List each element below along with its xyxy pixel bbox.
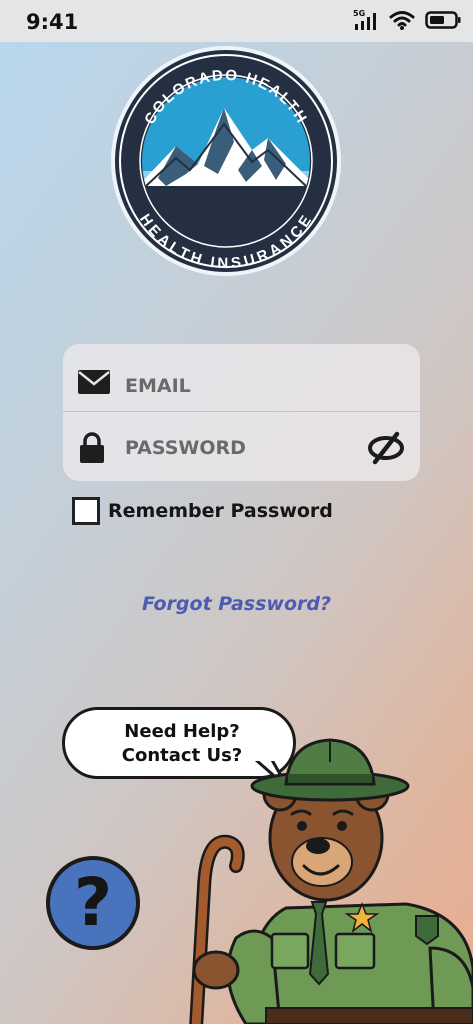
- battery-icon: [425, 11, 461, 29]
- wifi-icon: [389, 11, 415, 30]
- colorado-health-logo: COLORADO HEALTH HEALTH INSURANCE: [111, 46, 341, 276]
- status-time: 9:41: [26, 10, 79, 34]
- signal-icon: 5G: [353, 9, 376, 30]
- password-field[interactable]: [123, 430, 367, 466]
- email-field[interactable]: [123, 368, 367, 404]
- help-button[interactable]: ?: [46, 856, 140, 950]
- remember-password-label: Remember Password: [108, 500, 333, 522]
- remember-password-checkbox[interactable]: [72, 497, 100, 525]
- status-icons: 5G: [353, 8, 461, 32]
- password-row: [63, 414, 420, 480]
- status-bar: 9:41 5G: [0, 0, 473, 42]
- question-icon: ?: [73, 864, 113, 941]
- eye-off-icon[interactable]: [366, 428, 406, 468]
- ranger-bear-mascot: [189, 738, 473, 1024]
- field-divider: [63, 411, 420, 412]
- remember-password-row[interactable]: Remember Password: [72, 497, 333, 525]
- network-label: 5G: [353, 9, 365, 18]
- login-card: [63, 344, 420, 481]
- mail-icon: [78, 370, 110, 394]
- lock-icon: [80, 432, 104, 463]
- forgot-password-link[interactable]: Forgot Password?: [0, 593, 473, 615]
- email-row: [63, 352, 420, 418]
